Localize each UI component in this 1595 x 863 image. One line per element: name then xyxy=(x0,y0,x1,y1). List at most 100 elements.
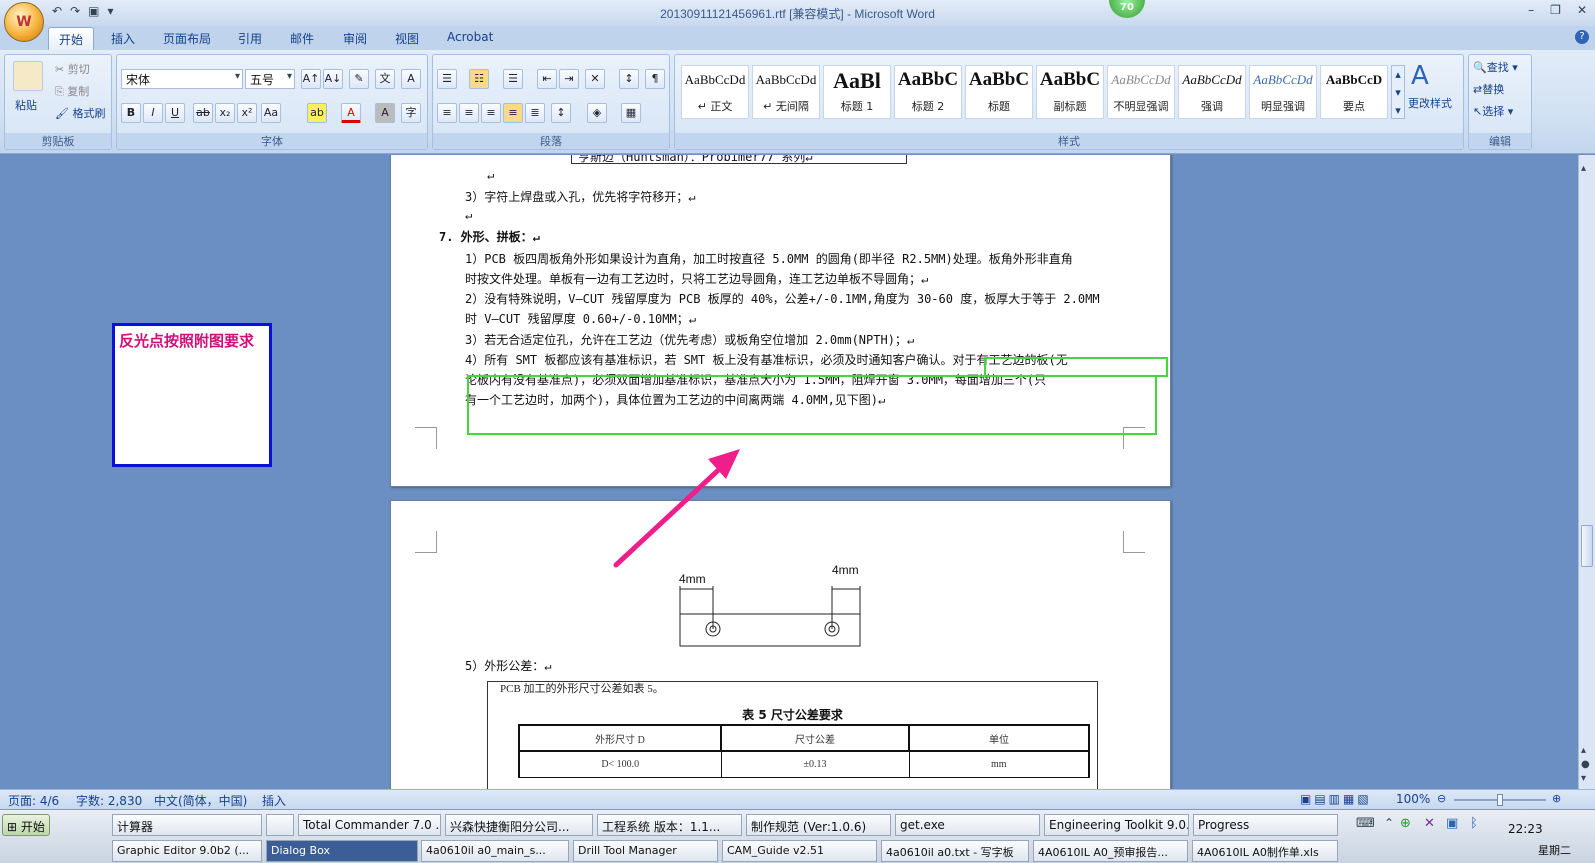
zoom-level[interactable]: 100% xyxy=(1396,792,1430,806)
tab-acrobat[interactable]: Acrobat xyxy=(447,30,493,44)
change-case-icon[interactable]: Aa xyxy=(261,103,281,123)
status-words[interactable]: 字数: 2,830 xyxy=(76,792,142,809)
phonetic-guide-icon[interactable]: 文 xyxy=(375,69,395,89)
align-right-icon[interactable]: ≡ xyxy=(481,103,501,123)
align-center-icon[interactable]: ≡ xyxy=(459,103,479,123)
change-styles-icon[interactable]: A xyxy=(1411,61,1429,91)
zoom-out-icon[interactable]: ⊖ xyxy=(1437,792,1446,805)
taskbar-item[interactable]: 4a0610il a0.txt - 写字板 xyxy=(881,840,1029,862)
enclose-char-icon[interactable]: 字 xyxy=(401,103,421,123)
subscript-icon[interactable]: x₂ xyxy=(215,103,235,123)
office-button[interactable]: W xyxy=(4,2,44,42)
status-language[interactable]: 中文(简体，中国) xyxy=(154,792,247,809)
bluetooth-icon[interactable]: ᛒ xyxy=(1470,816,1478,831)
taskbar-item[interactable]: 计算器 xyxy=(112,814,262,836)
tray-keyboard-icon[interactable]: ⌨ xyxy=(1356,816,1375,831)
vertical-scrollbar[interactable]: ▴ ▴ ● ▾ xyxy=(1578,155,1595,789)
next-page-icon[interactable]: ▾ xyxy=(1581,773,1586,784)
status-mode[interactable]: 插入 xyxy=(262,792,286,809)
style-intense-emphasis[interactable]: AaBbCcDd 明显强调 xyxy=(1249,65,1317,119)
select-button[interactable]: ↖选择 ▾ xyxy=(1473,103,1513,119)
style-emphasis[interactable]: AaBbCcDd 强调 xyxy=(1178,65,1246,119)
style-no-spacing[interactable]: AaBbCcDd ↵ 无间隔 xyxy=(752,65,820,119)
start-button[interactable]: ⊞ 开始 xyxy=(2,814,50,836)
bold-icon[interactable]: B xyxy=(121,103,141,123)
browse-object-icon[interactable]: ● xyxy=(1581,759,1590,770)
font-name-select[interactable]: 宋体 xyxy=(121,69,243,89)
taskbar-item[interactable]: Total Commander 7.0 ... xyxy=(298,814,441,836)
show-marks-icon[interactable]: ¶ xyxy=(645,69,665,89)
document-page-1[interactable]: 亨斯迈（Huntsman）：Probimer77 系列↵ ↵ 3）字符上焊盘或入… xyxy=(390,155,1171,487)
restore-icon[interactable]: ❐ xyxy=(1550,3,1561,17)
tab-review[interactable]: 审阅 xyxy=(343,30,367,47)
char-shading-icon[interactable]: A xyxy=(375,103,395,123)
tray-network-icon[interactable]: ▣ xyxy=(1446,816,1458,831)
taskbar-item[interactable] xyxy=(266,814,294,836)
font-color-icon[interactable]: A xyxy=(341,103,361,123)
zoom-slider-thumb[interactable] xyxy=(1497,794,1503,806)
superscript-icon[interactable]: x² xyxy=(237,103,257,123)
callout-box[interactable]: 反光点按照附图要求 xyxy=(112,323,272,467)
increase-indent-icon[interactable]: ⇥ xyxy=(559,69,579,89)
borders-icon[interactable]: ▦ xyxy=(621,103,641,123)
styles-scroll[interactable]: ▴ ▾ ▾ xyxy=(1391,65,1405,119)
sort-icon[interactable]: ↕ xyxy=(619,69,639,89)
minimize-icon[interactable]: – xyxy=(1528,3,1534,17)
taskbar-item[interactable]: CAM_Guide v2.51 xyxy=(722,840,877,862)
taskbar-item[interactable]: 工程系统 版本：1.1... xyxy=(597,814,742,836)
tab-insert[interactable]: 插入 xyxy=(111,30,135,47)
taskbar-item[interactable]: Progress xyxy=(1193,814,1338,836)
taskbar-item[interactable]: 制作规范 (Ver:1.0.6) xyxy=(746,814,891,836)
style-strong[interactable]: AaBbCcD 要点 xyxy=(1320,65,1388,119)
change-styles-button[interactable]: 更改样式 xyxy=(1408,95,1452,111)
scroll-up-icon[interactable]: ▴ xyxy=(1581,163,1586,174)
taskbar-item[interactable]: 4a0610il a0_main_s... xyxy=(421,840,569,862)
view-buttons[interactable]: ▣▤▥▦▧ xyxy=(1300,792,1372,806)
scroll-thumb[interactable] xyxy=(1581,525,1593,567)
decrease-indent-icon[interactable]: ⇤ xyxy=(537,69,557,89)
justify-icon[interactable]: ≡ xyxy=(503,103,523,123)
taskbar-item[interactable]: 4A0610IL A0_预审报告... xyxy=(1033,840,1188,862)
style-normal[interactable]: AaBbCcDd ↵ 正文 xyxy=(681,65,749,119)
distributed-icon[interactable]: ≣ xyxy=(525,103,545,123)
line-spacing-icon[interactable]: ↕ xyxy=(551,103,571,123)
taskbar-item[interactable]: 4A0610IL A0制作单.xls xyxy=(1192,840,1338,862)
highlight-icon[interactable]: ab xyxy=(307,103,327,123)
italic-icon[interactable]: I xyxy=(143,103,163,123)
char-border-icon[interactable]: A xyxy=(401,69,421,89)
paste-button[interactable]: 粘贴 xyxy=(15,97,37,113)
shrink-font-icon[interactable]: A↓ xyxy=(323,69,343,89)
status-page[interactable]: 页面: 4/6 xyxy=(8,792,59,809)
taskbar-item-active[interactable]: Dialog Box xyxy=(266,840,418,862)
taskbar-item[interactable]: Graphic Editor 9.0b2 (... xyxy=(112,840,262,862)
font-size-select[interactable]: 五号 xyxy=(245,69,295,89)
help-icon[interactable]: ? xyxy=(1575,30,1589,44)
chinese-layout-icon[interactable]: ✕ xyxy=(585,69,605,89)
bullets-icon[interactable]: ☰ xyxy=(437,69,457,89)
tab-mailings[interactable]: 邮件 xyxy=(290,30,314,47)
style-subtle-emphasis[interactable]: AaBbCcDd 不明显强调 xyxy=(1107,65,1175,119)
tab-view[interactable]: 视图 xyxy=(395,30,419,47)
taskbar-item[interactable]: Engineering Toolkit 9.0... xyxy=(1044,814,1189,836)
multilevel-list-icon[interactable]: ☰ xyxy=(503,69,523,89)
document-page-2[interactable]: 4mm 4mm 5）外形公差：↵ PCB 加工的外形尺寸公差如表 5。 表 5 … xyxy=(390,500,1171,789)
tab-page-layout[interactable]: 页面布局 xyxy=(163,30,211,47)
clear-format-icon[interactable]: ✎ xyxy=(349,69,369,89)
numbering-icon[interactable]: ☷ xyxy=(469,69,489,89)
copy-button[interactable]: ⎘ 复制 xyxy=(55,83,89,99)
tab-home[interactable]: 开始 xyxy=(48,27,95,50)
taskbar-item[interactable]: Drill Tool Manager xyxy=(573,840,718,862)
format-painter-button[interactable]: 🖌 格式刷 xyxy=(55,105,105,121)
prev-page-icon[interactable]: ▴ xyxy=(1581,745,1586,756)
underline-icon[interactable]: U xyxy=(165,103,185,123)
align-left-icon[interactable]: ≡ xyxy=(437,103,457,123)
strikethrough-icon[interactable]: ab xyxy=(193,103,213,123)
tab-references[interactable]: 引用 xyxy=(238,30,262,47)
cut-button[interactable]: ✂ 剪切 xyxy=(55,61,90,77)
grow-font-icon[interactable]: A↑ xyxy=(301,69,321,89)
clock-time[interactable]: 22:23 xyxy=(1508,822,1543,836)
style-subtitle[interactable]: AaBbC 副标题 xyxy=(1036,65,1104,119)
zoom-in-icon[interactable]: ⊕ xyxy=(1552,792,1561,805)
replace-button[interactable]: ⇄替换 xyxy=(1473,81,1504,97)
taskbar-item[interactable]: get.exe xyxy=(895,814,1040,836)
